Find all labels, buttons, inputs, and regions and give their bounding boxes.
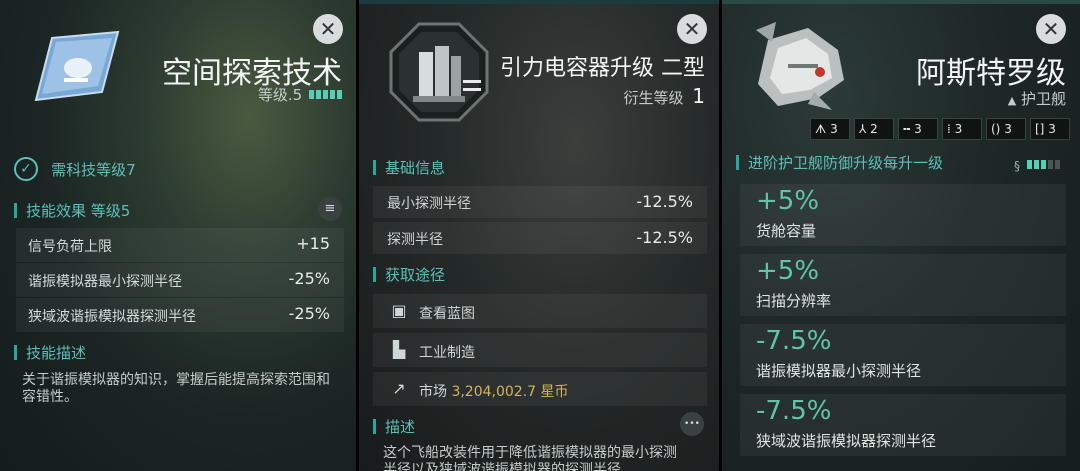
blueprint-label: 查看蓝图 xyxy=(419,306,475,322)
slot-count: 3 xyxy=(1048,122,1056,136)
effect-row: 信号负荷上限 +15 xyxy=(16,228,344,262)
industry-button[interactable]: ▙ 工业制造 xyxy=(373,333,707,367)
industry-label: 工业制造 xyxy=(419,345,475,361)
slot-chip: ⁞ 3 xyxy=(942,118,982,140)
module-panel: ✕ 引力电容器升级 二型 衍生等级 1 基础信息 最小探测半径 -12.5% 探… xyxy=(359,0,719,471)
bonus-pips xyxy=(1025,154,1061,173)
effect-name: 信号负荷上限 xyxy=(28,239,112,255)
module-title: 引力电容器升级 二型 xyxy=(500,56,705,81)
skill-description: 关于谐振模拟器的知识，掌握后能提高探索范围和容错性。 xyxy=(22,372,330,405)
module-description: 这个飞船改装件用于降低谐振模拟器的最小探测半径以及狭域波谐振模拟器的探测半径 xyxy=(383,445,677,471)
chart-icon: ↗ xyxy=(392,379,406,398)
slot-count: 3 xyxy=(830,122,838,136)
close-icon[interactable]: ✕ xyxy=(1036,14,1066,44)
bonus-value: -7.5% xyxy=(756,326,832,356)
skill-level-label: 等级.5 xyxy=(257,86,303,104)
bonus-value: +5% xyxy=(756,186,820,216)
bonus-level: § xyxy=(1014,154,1061,174)
derived-label: 衍生等级 xyxy=(623,89,684,107)
slot-count: 3 xyxy=(1004,122,1012,136)
basic-value: -12.5% xyxy=(636,228,693,247)
close-icon[interactable]: ✕ xyxy=(677,14,707,44)
skill-panel: ✕ 空间探索技术 等级.5 ✓ 需科技等级7 技能效果 等级5 ≡ 信号负荷上限… xyxy=(0,0,356,471)
ship-class: ▲ 护卫舰 xyxy=(1008,88,1066,109)
basic-value: -12.5% xyxy=(636,192,693,211)
bonus-card: -7.5% 谐振模拟器最小探测半径 xyxy=(740,324,1066,386)
blueprint-icon: ▣ xyxy=(391,301,407,320)
effect-value: -25% xyxy=(288,304,330,323)
bonus-card: +5% 货舱容量 xyxy=(740,184,1066,246)
frigate-icon: ▲ xyxy=(1007,94,1017,107)
market-price: 3,204,002.7 星币 xyxy=(451,384,569,400)
basic-row: 最小探测半径 -12.5% xyxy=(373,186,707,218)
more-icon[interactable]: ••• xyxy=(680,412,704,436)
ship-panel: ✕ 阿斯特罗级 ▲ 护卫舰 ᗑ 3 ⅄ 2 ╍ 3 ⁞ 3 () 3 [] 3 … xyxy=(722,0,1080,471)
bonus-label: 货舱容量 xyxy=(756,222,817,240)
slot-chip: [] 3 xyxy=(1030,118,1070,140)
bonus-card: -7.5% 狭域波谐振模拟器探测半径 xyxy=(740,394,1066,456)
bonus-card: +5% 扫描分辨率 xyxy=(740,254,1066,316)
bonus-label: 谐振模拟器最小探测半径 xyxy=(756,362,922,380)
slot-icon: ⅄ xyxy=(859,122,867,136)
requirement-text: 需科技等级7 xyxy=(51,160,136,179)
slot-icon: () xyxy=(991,122,1001,136)
effects-header: 技能效果 等级5 xyxy=(14,200,130,221)
slot-icon: [] xyxy=(1035,122,1045,136)
slot-icon: ᗑ xyxy=(815,122,827,136)
level-pips xyxy=(307,85,342,103)
slot-icon: ╍ xyxy=(903,122,911,136)
market-button[interactable]: ↗ 市场 3,204,002.7 星币 xyxy=(373,372,707,406)
bonus-value: -7.5% xyxy=(756,396,832,426)
effect-value: -25% xyxy=(288,269,330,288)
skill-level: 等级.5 xyxy=(258,84,342,105)
module-icon xyxy=(389,22,489,122)
basic-name: 最小探测半径 xyxy=(387,196,471,212)
desc-header: 描述 xyxy=(373,416,415,437)
menu-icon[interactable]: ≡ xyxy=(318,197,342,221)
check-icon: ✓ xyxy=(14,157,38,181)
slot-count: 3 xyxy=(954,122,963,136)
slot-count: 2 xyxy=(870,122,878,136)
view-blueprint-button[interactable]: ▣ 查看蓝图 xyxy=(373,294,707,328)
slot-chip: ᗑ 3 xyxy=(810,118,850,140)
skill-book-icon xyxy=(30,30,122,102)
dna-icon: § xyxy=(1014,159,1020,173)
derived-level: 衍生等级 1 xyxy=(623,84,705,108)
slot-chip: () 3 xyxy=(986,118,1026,140)
effect-value: +15 xyxy=(296,234,330,253)
factory-icon: ▙ xyxy=(392,340,406,359)
market-label: 市场 3,204,002.7 星币 xyxy=(419,381,569,401)
bonus-label: 狭域波谐振模拟器探测半径 xyxy=(756,432,937,450)
bonus-value: +5% xyxy=(756,256,820,286)
effect-name: 谐振模拟器最小探测半径 xyxy=(28,274,182,290)
basic-name: 探测半径 xyxy=(387,232,443,248)
effect-row: 狭域波谐振模拟器探测半径 -25% xyxy=(16,298,344,332)
effect-row: 谐振模拟器最小探测半径 -25% xyxy=(16,263,344,297)
slot-count: 3 xyxy=(914,122,922,136)
desc-header: 技能描述 xyxy=(14,342,86,363)
effect-name: 狭域波谐振模拟器探测半径 xyxy=(28,309,196,325)
requirement: ✓ 需科技等级7 xyxy=(14,157,136,181)
derived-value: 1 xyxy=(692,84,705,108)
ship-icon xyxy=(748,20,852,116)
basic-row: 探测半径 -12.5% xyxy=(373,222,707,254)
basic-header: 基础信息 xyxy=(373,157,445,178)
bonus-label: 扫描分辨率 xyxy=(756,292,832,310)
source-header: 获取途径 xyxy=(373,264,445,285)
slot-chip: ⅄ 2 xyxy=(854,118,894,140)
bonus-header: 进阶护卫舰防御升级每升一级 xyxy=(736,152,943,173)
market-text: 市场 xyxy=(419,384,447,400)
ship-title: 阿斯特罗级 xyxy=(916,56,1066,91)
close-icon[interactable]: ✕ xyxy=(313,14,343,44)
slot-chip: ╍ 3 xyxy=(898,118,938,140)
ship-class-label: 护卫舰 xyxy=(1020,90,1066,108)
slot-icon: ⁞ xyxy=(947,122,951,136)
